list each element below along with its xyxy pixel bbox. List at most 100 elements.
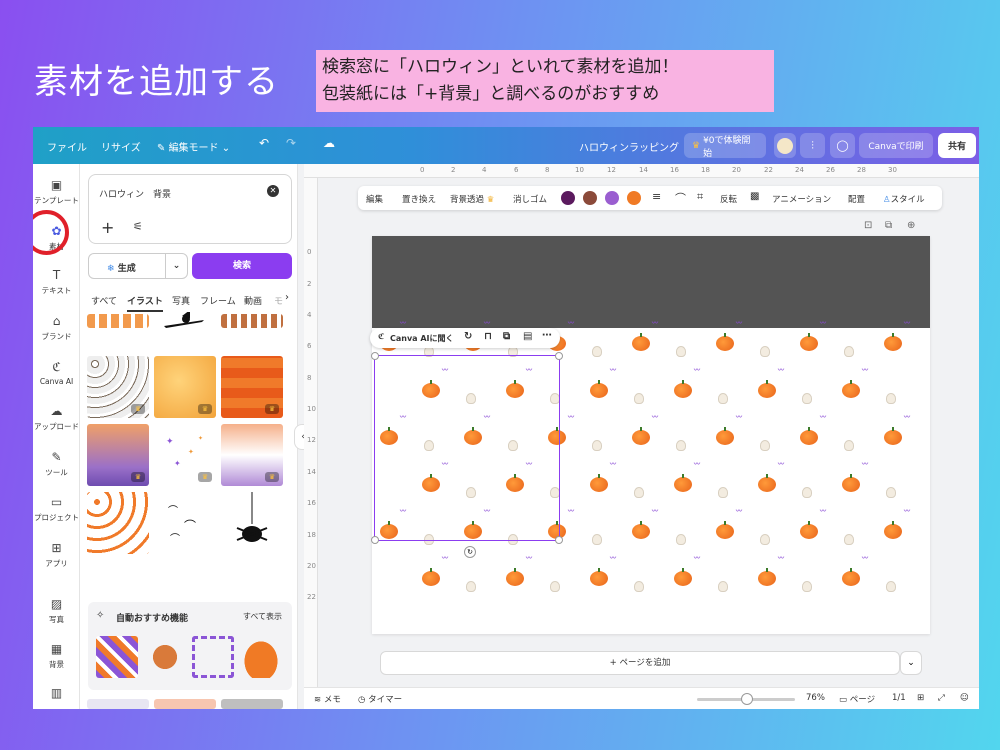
rail-item-canva-ai[interactable]: ℭ Canva AI	[33, 360, 80, 386]
duplicate-page-icon[interactable]: ⧉	[885, 220, 892, 231]
style-button[interactable]: ♙スタイル	[883, 193, 925, 205]
more-icon[interactable]: ⋯	[542, 330, 552, 341]
rail-item-photos[interactable]: ▨ 写真	[33, 597, 80, 625]
timer-button[interactable]: ◷ タイマー	[358, 693, 402, 705]
rail-item-templates[interactable]: ▣ テンプレート	[33, 178, 80, 206]
eraser-button[interactable]: 消しゴム	[513, 193, 547, 205]
resize-handle[interactable]	[371, 352, 379, 360]
notes-button[interactable]: ≋ メモ	[314, 693, 341, 705]
thumbnail-bats[interactable]: ⌒ ⌒ ⌒	[154, 492, 216, 554]
plus-icon[interactable]: +	[101, 218, 114, 237]
recommend-thumbnail-3[interactable]	[192, 636, 234, 678]
zoom-slider-handle[interactable]	[741, 693, 753, 705]
thumbnail-garland[interactable]	[221, 314, 283, 328]
thumbnail-spider[interactable]	[221, 492, 283, 554]
lock-icon[interactable]: ⊡	[864, 220, 872, 231]
thumbnail-cobweb[interactable]	[221, 699, 283, 709]
trial-button[interactable]: ♛ ¥0で体験開始	[684, 133, 766, 159]
redo-icon[interactable]: ↷	[286, 136, 296, 150]
generate-button[interactable]: ❄ 生成 ⌄	[88, 253, 188, 279]
add-page-button[interactable]: + ページを追加	[380, 651, 900, 675]
recommend-thumbnail-2[interactable]	[144, 636, 186, 678]
animate-button[interactable]: アニメーション	[772, 193, 831, 205]
trash-icon[interactable]: ▤	[523, 331, 532, 342]
share-button[interactable]: 共有	[938, 133, 976, 158]
bg-remove-button[interactable]: 背景透過 ♛	[450, 193, 494, 205]
rail-item-background[interactable]: ▦ 背景	[33, 642, 80, 670]
chevron-down-icon[interactable]: ⌄	[165, 254, 187, 278]
thumbnail-purple-gradient[interactable]: ♛	[87, 424, 149, 486]
resize-handle[interactable]	[555, 352, 563, 360]
rail-item-projects[interactable]: ▭ プロジェクト	[33, 495, 80, 523]
color-swatch-2[interactable]	[583, 191, 597, 205]
tab-illustrations[interactable]: イラスト	[127, 294, 163, 312]
chevron-right-icon[interactable]: ›	[285, 292, 289, 303]
resize-handle[interactable]	[371, 536, 379, 544]
zoom-level[interactable]: 76%	[806, 693, 825, 703]
cloud-saved-icon[interactable]: ☁	[323, 136, 335, 150]
rail-item-tools[interactable]: ✎ ツール	[33, 450, 80, 478]
transparency-icon[interactable]: ▩	[750, 191, 759, 202]
file-menu[interactable]: ファイル	[47, 139, 87, 154]
thumbnail-pumpkin-border[interactable]	[87, 314, 149, 328]
thumbnail-witch[interactable]	[154, 312, 216, 332]
chevron-down-icon[interactable]: ⌄	[900, 651, 922, 675]
thumbnail-orange-texture[interactable]: ♛	[154, 356, 216, 418]
thumbnail-ghost-pattern[interactable]: ♛	[87, 356, 149, 418]
thumbnail-ghost[interactable]	[87, 699, 149, 709]
rotate-icon[interactable]: ↻	[464, 546, 476, 558]
corner-rounding-icon[interactable]: ⌒	[675, 190, 686, 206]
rail-item-brand[interactable]: ⌂ ブランド	[33, 314, 80, 342]
resize-handle[interactable]	[555, 536, 563, 544]
recommend-thumbnail-4[interactable]	[240, 636, 282, 678]
edit-button[interactable]: 編集	[366, 193, 383, 205]
zoom-slider[interactable]	[697, 693, 795, 705]
thumbnail-pink-pumpkins[interactable]	[154, 699, 216, 709]
border-style-icon[interactable]: ≡	[652, 190, 661, 203]
duplicate-icon[interactable]: ⧉	[503, 331, 510, 342]
search-button[interactable]: 検索	[192, 253, 292, 279]
filter-settings-icon[interactable]: ⚟	[133, 220, 143, 233]
rail-item-charts[interactable]: ▥	[33, 686, 80, 703]
grid-view-icon[interactable]: ⊞	[917, 693, 924, 703]
clear-icon[interactable]: ✕	[267, 185, 279, 197]
replace-button[interactable]: 置き換え	[402, 193, 436, 205]
selection-box[interactable]: ↻	[371, 352, 563, 558]
search-box[interactable]: ハロウィン 背景 ✕ + ⚟	[88, 174, 292, 244]
thumbnail-pumpkin-pattern[interactable]	[87, 492, 149, 554]
lock-icon[interactable]: ⊓	[484, 331, 492, 342]
print-button[interactable]: Canvaで印刷	[859, 133, 933, 158]
analytics-icon[interactable]: ⫶	[800, 133, 825, 158]
assistant-icon[interactable]: ☺	[960, 693, 969, 703]
tab-photos[interactable]: 写真	[172, 294, 190, 307]
undo-icon[interactable]: ↶	[259, 136, 269, 150]
pages-button[interactable]: ▭ ページ	[839, 693, 875, 705]
resize-menu[interactable]: リサイズ	[101, 139, 141, 154]
tab-all[interactable]: すべて	[91, 294, 117, 307]
position-button[interactable]: 配置	[848, 193, 865, 205]
add-page-icon[interactable]: ⊕	[907, 220, 915, 231]
tab-more[interactable]: モ	[274, 294, 283, 307]
document-title[interactable]: ハロウィンラッピング	[579, 139, 679, 154]
replace-icon[interactable]: ↻	[464, 331, 472, 342]
color-swatch-3[interactable]	[605, 191, 619, 205]
comment-icon[interactable]: ◯	[830, 133, 855, 158]
rail-item-text[interactable]: T テキスト	[33, 268, 80, 296]
crop-icon[interactable]: ⌗	[697, 190, 703, 204]
thumbnail-sunset-gradient[interactable]: ♛	[221, 424, 283, 486]
tab-videos[interactable]: 動画	[244, 294, 262, 307]
tab-frames[interactable]: フレーム	[200, 294, 236, 307]
flip-button[interactable]: 反転	[720, 193, 737, 205]
ask-ai-button[interactable]: Canva AIに聞く	[390, 333, 454, 344]
fullscreen-icon[interactable]: ⤢	[938, 693, 945, 703]
thumbnail-stars[interactable]: ✦ ✦ ✦ ✦ ♛	[154, 424, 216, 486]
rail-item-uploads[interactable]: ☁ アップロード	[33, 404, 80, 432]
recommend-thumbnail-1[interactable]	[96, 636, 138, 678]
edit-mode-menu[interactable]: ✎ 編集モード ⌄	[157, 139, 230, 154]
thumbnail-pumpkin-grid[interactable]: ♛	[221, 356, 283, 418]
search-input[interactable]: ハロウィン 背景	[99, 187, 171, 200]
see-all-link[interactable]: すべて表示	[243, 611, 282, 622]
rail-item-apps[interactable]: ⊞ アプリ	[33, 541, 80, 569]
avatar[interactable]	[774, 133, 796, 158]
color-swatch-1[interactable]	[561, 191, 575, 205]
